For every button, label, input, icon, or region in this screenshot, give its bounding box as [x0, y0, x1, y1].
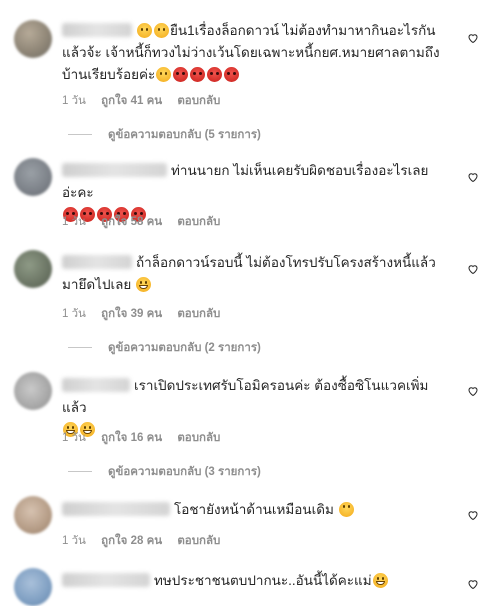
like-heart-icon[interactable] [467, 509, 479, 521]
view-replies-button[interactable]: ดูข้อความตอบกลับ (5 รายการ) [68, 126, 261, 144]
avatar[interactable] [14, 568, 52, 606]
username-blurred[interactable] [62, 255, 132, 269]
comment-text: ยืน1เรื่องล็อกดาวน์ ไม่ต้องทำมาหากินอะไร… [62, 20, 442, 86]
avatar[interactable] [14, 20, 52, 58]
like-heart-icon[interactable] [467, 385, 479, 397]
like-heart-icon[interactable] [467, 171, 479, 183]
comment-body: ทษประชาชนตบปากนะ..อันนี้ได้คะแม่ [154, 573, 372, 588]
view-replies-label: ดูข้อความตอบกลับ (3 รายการ) [108, 466, 261, 478]
username-blurred[interactable] [62, 573, 150, 587]
divider-line [68, 347, 92, 349]
like-heart-icon[interactable] [467, 32, 479, 44]
face-with-rolling-eyes-emoji [338, 502, 354, 517]
angry-face-emoji [190, 67, 206, 82]
comment-meta: 1 วัน ถูกใจ 16 คน ตอบกลับ [62, 429, 232, 447]
username-blurred[interactable] [62, 23, 132, 37]
reply-button[interactable]: ตอบกลับ [177, 535, 220, 547]
username-blurred[interactable] [62, 163, 167, 177]
reply-button[interactable]: ตอบกลับ [177, 308, 220, 320]
reply-button[interactable]: ตอบกลับ [177, 432, 220, 444]
comment-meta: 1 วัน ถูกใจ 28 คน ตอบกลับ [62, 532, 232, 550]
view-replies-button[interactable]: ดูข้อความตอบกลับ (3 รายการ) [68, 463, 261, 481]
face-emoji [154, 23, 169, 38]
avatar[interactable] [14, 372, 52, 410]
comment-meta: 1 วัน ถูกใจ 39 คน ตอบกลับ [62, 305, 232, 323]
like-heart-icon[interactable] [467, 263, 479, 275]
divider-line [68, 471, 92, 473]
grinning-face-emoji [136, 277, 152, 292]
reply-button[interactable]: ตอบกลับ [177, 95, 220, 107]
view-replies-label: ดูข้อความตอบกลับ (5 รายการ) [108, 129, 261, 141]
divider-line [68, 134, 92, 136]
angry-face-emoji [173, 67, 189, 82]
comment-time: 1 วัน [62, 308, 86, 320]
likes-count[interactable]: ถูกใจ 28 คน [101, 535, 162, 547]
like-heart-icon[interactable] [467, 578, 479, 590]
angry-face-emoji [207, 67, 223, 82]
comment-body: โอชายังหน้าด้านเหมือนเดิม [174, 502, 334, 517]
face-emoji [156, 67, 172, 82]
comment-text: ถ้าล็อกดาวน์รอบนี้ ไม่ต้องโทรปรับโครงสร้… [62, 252, 442, 296]
avatar[interactable] [14, 158, 52, 196]
view-replies-button[interactable]: ดูข้อความตอบกลับ (2 รายการ) [68, 339, 261, 357]
comment-time: 1 วัน [62, 535, 86, 547]
likes-count[interactable]: ถูกใจ 39 คน [101, 308, 162, 320]
comment-meta: 1 วัน ถูกใจ 41 คน ตอบกลับ [62, 92, 232, 110]
avatar[interactable] [14, 250, 52, 288]
comment-text: โอชายังหน้าด้านเหมือนเดิม [62, 499, 442, 521]
comment-meta: 1 วัน ถูกใจ 58 คน ตอบกลับ [62, 213, 232, 231]
face-emoji [137, 23, 152, 38]
angry-face-emoji [224, 67, 240, 82]
likes-count[interactable]: ถูกใจ 16 คน [101, 432, 162, 444]
comment-time: 1 วัน [62, 216, 86, 228]
grinning-face-emoji [372, 573, 388, 588]
likes-count[interactable]: ถูกใจ 41 คน [101, 95, 162, 107]
avatar[interactable] [14, 496, 52, 534]
username-blurred[interactable] [62, 502, 170, 516]
username-blurred[interactable] [62, 378, 130, 392]
comment-time: 1 วัน [62, 95, 86, 107]
reply-button[interactable]: ตอบกลับ [177, 216, 220, 228]
comment-text: ทษประชาชนตบปากนะ..อันนี้ได้คะแม่ [62, 570, 442, 592]
view-replies-label: ดูข้อความตอบกลับ (2 รายการ) [108, 342, 261, 354]
comment-time: 1 วัน [62, 432, 86, 444]
likes-count[interactable]: ถูกใจ 58 คน [101, 216, 162, 228]
